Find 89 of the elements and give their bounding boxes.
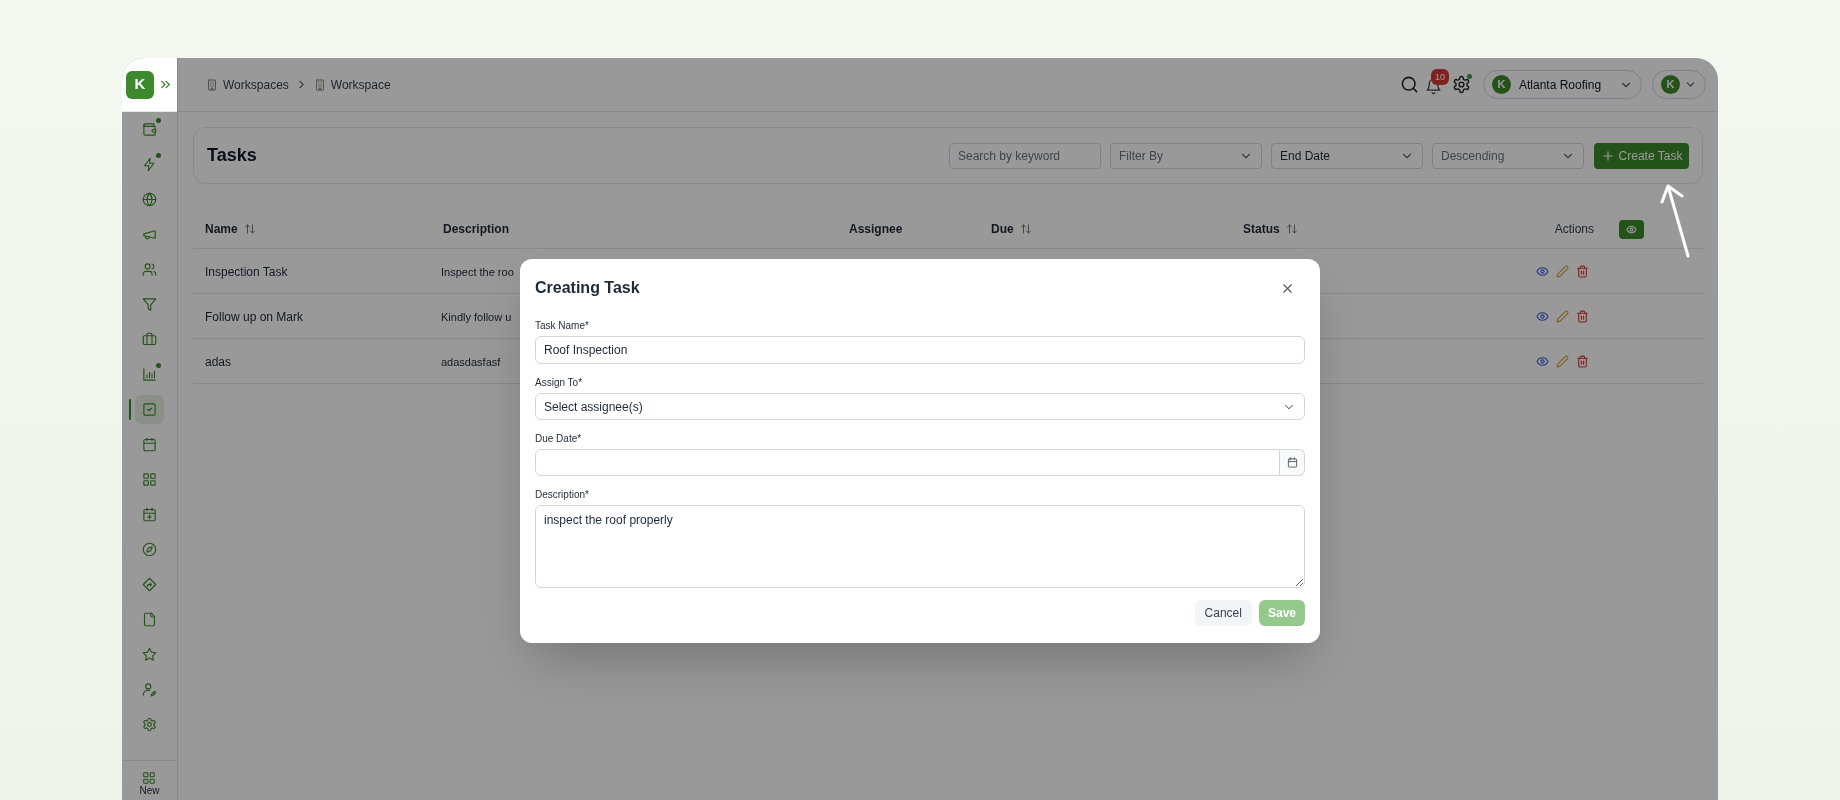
cancel-button[interactable]: Cancel [1194, 600, 1252, 626]
globe-icon [142, 192, 157, 207]
plus-icon [1600, 148, 1615, 163]
view-button[interactable] [1536, 354, 1549, 368]
column-header[interactable]: Status [1243, 220, 1280, 238]
search-icon [1400, 75, 1419, 94]
search-field[interactable]: Search by keyword [949, 142, 1101, 169]
edit-button[interactable] [1556, 309, 1569, 323]
settings-icon [142, 717, 157, 732]
grid-icon [142, 771, 157, 785]
field-label: Description* [535, 489, 589, 501]
trash-icon [1576, 309, 1589, 323]
filter-icon [142, 297, 157, 312]
calendar-icon [1286, 457, 1298, 468]
calendar-button[interactable] [1280, 449, 1305, 476]
pencil-icon [1556, 309, 1569, 323]
field-label: Assign To* [535, 377, 583, 389]
notifications-button[interactable] [1425, 78, 1442, 95]
date-field[interactable] [535, 449, 1280, 476]
building-icon [206, 78, 218, 91]
table-cell: Inspection Task [205, 265, 288, 279]
description-field[interactable]: inspect the roof properly [535, 505, 1305, 588]
avatar: K [1661, 75, 1680, 94]
star-icon [142, 647, 157, 662]
filter-dropdown[interactable]: Descending [1432, 142, 1584, 169]
text-field[interactable]: Roof Inspection [535, 336, 1305, 364]
view-button[interactable] [1536, 264, 1549, 278]
delete-button[interactable] [1576, 264, 1589, 278]
eye-icon [1626, 223, 1637, 235]
sidebar-item[interactable] [135, 395, 164, 424]
table-cell: adas [205, 355, 232, 369]
grid-icon [142, 472, 157, 487]
trash-icon [1576, 354, 1589, 368]
column-visibility-button[interactable] [1619, 219, 1644, 239]
eye-icon [1536, 354, 1549, 368]
settings-button[interactable] [1452, 75, 1471, 94]
assignee-select[interactable]: Select assignee(s) [535, 393, 1305, 420]
breadcrumb-link[interactable]: Workspace [313, 75, 391, 94]
megaphone-icon [142, 227, 157, 242]
breadcrumb-link[interactable]: Workspaces [206, 75, 289, 94]
sort-icon [1019, 223, 1032, 235]
people-icon [142, 262, 157, 277]
dialog-title: Creating Task [535, 278, 640, 298]
column-header[interactable]: Name [205, 220, 238, 238]
new-button[interactable]: New [139, 771, 160, 796]
user-pen-icon [142, 682, 157, 697]
trash-icon [1576, 264, 1589, 278]
field-label: Task Name* [535, 320, 589, 332]
edit-button[interactable] [1556, 264, 1569, 278]
table-cell: adasdasfasf [441, 356, 501, 368]
bell-icon [1425, 78, 1442, 95]
bar-chart-icon [142, 367, 157, 382]
column-header: Description [443, 221, 509, 238]
checkbox-icon [142, 402, 157, 417]
page-title: Tasks [207, 144, 257, 167]
directions-icon [142, 577, 157, 592]
delete-button[interactable] [1576, 354, 1589, 368]
compass-icon [142, 542, 157, 557]
field-label: Due Date* [535, 433, 582, 445]
create-task-button[interactable]: Create Task [1594, 142, 1689, 169]
column-header[interactable]: Due [991, 220, 1014, 238]
column-header: Actions [1554, 221, 1594, 238]
wallet-icon [142, 122, 157, 137]
sort-icon [243, 223, 256, 235]
search-button[interactable] [1400, 75, 1419, 94]
calendar-icon [142, 437, 157, 452]
filter-dropdown[interactable]: End Date [1271, 142, 1423, 169]
pencil-icon [1556, 264, 1569, 278]
document-icon [142, 612, 157, 627]
filter-dropdown[interactable]: Filter By [1110, 142, 1262, 169]
table-cell: Follow up on Mark [205, 310, 304, 324]
company-logo: K [1492, 75, 1511, 94]
table-cell: Inspect the roo [441, 266, 514, 278]
building-icon [313, 78, 326, 91]
notification-count: 10 [1431, 69, 1449, 85]
briefcase-icon [142, 332, 157, 347]
pencil-icon [1556, 354, 1569, 368]
settings-icon [1452, 75, 1471, 94]
lightning-icon [142, 157, 157, 172]
sort-icon [1285, 223, 1298, 235]
app-logo[interactable]: K [126, 70, 154, 99]
calendar-plus-icon [142, 507, 157, 522]
column-header: Assignee [849, 221, 903, 238]
eye-icon [1536, 309, 1549, 323]
delete-button[interactable] [1576, 309, 1589, 323]
eye-icon [1536, 264, 1549, 278]
edit-button[interactable] [1556, 354, 1569, 368]
table-cell: Kindly follow u [441, 311, 512, 323]
view-button[interactable] [1536, 309, 1549, 323]
